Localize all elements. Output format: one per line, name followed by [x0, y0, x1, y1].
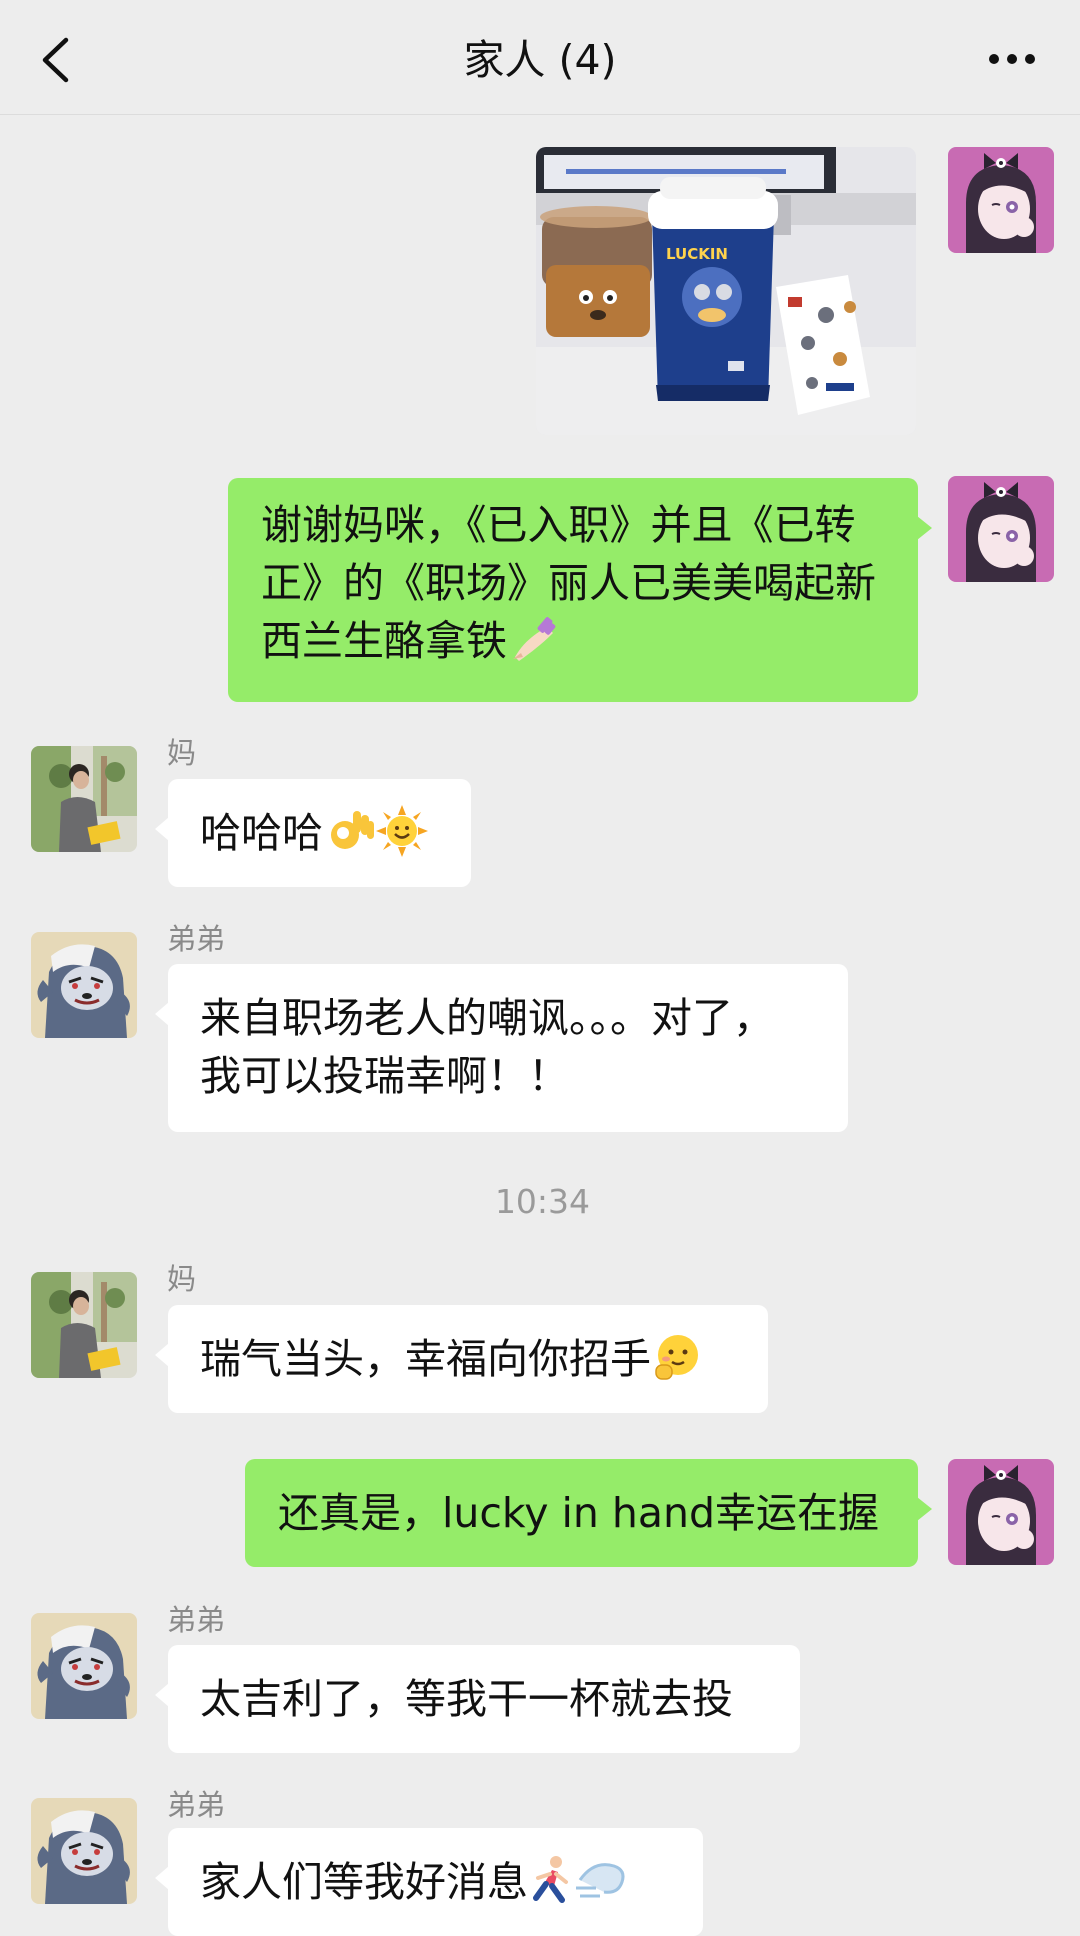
- message-text-line: 我可以投瑞幸啊！！: [200, 1052, 569, 1100]
- sun-face-emoji-icon: [376, 805, 428, 857]
- message-bubble[interactable]: 哈哈哈: [155, 779, 471, 887]
- coffee-photo[interactable]: LUCKIN: [536, 147, 916, 435]
- message-bubble[interactable]: 瑞气当头，幸福向你招手: [155, 1305, 768, 1413]
- message-text-line: 谢谢妈咪，《已入职》并且《已转: [261, 501, 856, 549]
- sender-name: 妈: [167, 736, 197, 770]
- sender-name: 弟弟: [167, 1788, 226, 1822]
- self-avatar[interactable]: [948, 1459, 1054, 1565]
- self-avatar[interactable]: [948, 476, 1054, 582]
- message-text: 家人们等我好消息: [200, 1858, 528, 1906]
- message-bubble[interactable]: 来自职场老人的嘲讽。。。对了， 我可以投瑞幸啊！！: [155, 964, 848, 1132]
- ok-hand-emoji-icon: [331, 811, 374, 849]
- message-text-line: 正》的《职场》丽人已美美喝起新: [261, 559, 876, 607]
- message-text-line: 西兰生酪拿铁: [261, 617, 507, 665]
- self-avatar[interactable]: [948, 147, 1054, 253]
- message-bubble[interactable]: 还真是，lucky in hand幸运在握: [245, 1459, 932, 1567]
- sender-name: 弟弟: [167, 1603, 226, 1637]
- svg-text:LUCKIN: LUCKIN: [666, 245, 728, 263]
- shy-face-emoji-icon: [655, 1335, 698, 1380]
- message-bubble[interactable]: 太吉利了，等我干一杯就去投: [155, 1645, 800, 1753]
- chat-title: 家人 (4): [463, 36, 617, 84]
- brother-avatar[interactable]: [31, 932, 137, 1038]
- brother-avatar[interactable]: [31, 1613, 137, 1719]
- message-text: 瑞气当头，幸福向你招手: [200, 1335, 651, 1383]
- message-bubble[interactable]: 谢谢妈咪，《已入职》并且《已转 正》的《职场》丽人已美美喝起新 西兰生酪拿铁: [228, 478, 932, 702]
- mom-avatar[interactable]: [31, 1272, 137, 1378]
- message-text: 太吉利了，等我干一杯就去投: [200, 1675, 733, 1723]
- message-bubble[interactable]: 家人们等我好消息: [155, 1828, 703, 1936]
- message-text: 还真是，lucky in hand幸运在握: [278, 1489, 880, 1537]
- mom-avatar[interactable]: [31, 746, 137, 852]
- more-dots-icon: [989, 54, 1035, 64]
- sender-name: 弟弟: [167, 922, 226, 956]
- message-text: 哈哈哈: [200, 809, 323, 857]
- chat-header: 家人 (4): [0, 0, 1080, 115]
- message-text-line: 来自职场老人的嘲讽。。。对了，: [200, 994, 774, 1042]
- more-button[interactable]: [980, 36, 1044, 82]
- sender-name: 妈: [167, 1262, 197, 1296]
- dash-emoji-icon: [576, 1863, 625, 1898]
- nail-polish-emoji-icon: [513, 617, 556, 661]
- running-person-emoji-icon: [533, 1856, 568, 1903]
- timestamp: 10:34: [494, 1182, 591, 1221]
- brother-avatar[interactable]: [31, 1798, 137, 1904]
